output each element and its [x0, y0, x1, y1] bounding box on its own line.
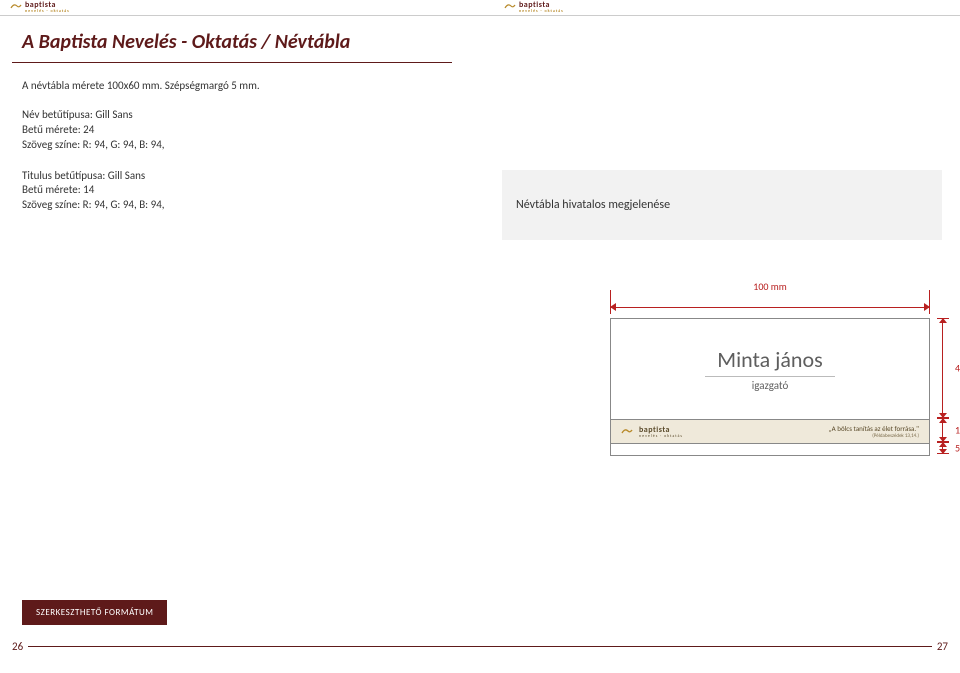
size-note: A névtábla mérete 100x60 mm. Szépségmarg… — [0, 63, 480, 92]
nameplate-quote: „A bölcs tanítás az élet forrása." — [829, 424, 919, 433]
header-bar-right: baptista nevelés · oktatás — [480, 0, 960, 16]
dimension-h-logo: 10 mm — [955, 424, 960, 437]
page-number-left: 26 — [12, 640, 23, 653]
footer-rule-right — [480, 646, 932, 647]
appearance-label-box: Névtábla hivatalos megjelenése — [502, 170, 942, 240]
nameplate-name: Minta jános — [717, 346, 822, 373]
footer-tab-editable: SZERKESZTHETŐ FORMÁTUM — [22, 600, 167, 625]
spec-line: Betű mérete: 24 — [22, 123, 480, 138]
nameplate: Minta jános igazgató baptista nevelés · … — [610, 318, 930, 456]
nameplate-underline — [705, 376, 835, 377]
appearance-label: Névtábla hivatalos megjelenése — [516, 198, 670, 212]
spec-line: Betű mérete: 14 — [22, 183, 480, 198]
logo-swirl-icon — [10, 2, 22, 12]
name-font-spec: Név betűtípusa: Gill Sans Betű mérete: 2… — [0, 92, 480, 153]
header-logo-right: baptista nevelés · oktatás — [494, 0, 570, 14]
header-logo-left: baptista nevelés · oktatás — [0, 0, 76, 14]
logo-swirl-icon — [504, 2, 516, 12]
page-number-right: 27 — [937, 640, 948, 653]
nameplate-quote-block: „A bölcs tanítás az élet forrása." (Péld… — [829, 424, 919, 439]
nameplate-brand-sub: nevelés · oktatás — [639, 434, 683, 439]
nameplate-logo-strip: baptista nevelés · oktatás „A bölcs taní… — [611, 419, 929, 443]
nameplate-main: Minta jános igazgató — [611, 319, 929, 419]
dimension-h-margin: 5 mm — [955, 442, 960, 455]
title-font-spec: Titulus betűtípusa: Gill Sans Betű méret… — [0, 153, 480, 214]
spec-line: Név betűtípusa: Gill Sans — [22, 108, 480, 123]
nameplate-margin-strip — [611, 443, 929, 455]
logo-swirl-icon — [621, 427, 633, 437]
page-title: A Baptista Nevelés - Oktatás / Névtábla — [0, 16, 480, 62]
double-page-spread: baptista nevelés · oktatás A Baptista Ne… — [0, 0, 960, 673]
dimension-width: 100 mm — [610, 290, 930, 314]
spec-line: Szöveg színe: R: 94, G: 94, B: 94, — [22, 198, 480, 213]
nameplate-brand: baptista nevelés · oktatás — [621, 425, 683, 439]
nameplate-title: igazgató — [752, 379, 789, 392]
dimension-width-label: 100 mm — [753, 280, 786, 293]
header-brand-sub: nevelés · oktatás — [519, 9, 564, 14]
footer-rule-left — [28, 646, 480, 647]
page-left: baptista nevelés · oktatás A Baptista Ne… — [0, 0, 480, 673]
nameplate-diagram: 100 mm Minta jános igazgató — [610, 290, 930, 456]
header-brand-sub: nevelés · oktatás — [25, 9, 70, 14]
header-bar-left: baptista nevelés · oktatás — [0, 0, 480, 16]
spec-line: Szöveg színe: R: 94, G: 94, B: 94, — [22, 138, 480, 153]
nameplate-quote-ref: (Példabeszédek 13,14.) — [829, 433, 919, 439]
spec-line: Titulus betűtípusa: Gill Sans — [22, 169, 480, 184]
page-right: baptista nevelés · oktatás Névtábla hiva… — [480, 0, 960, 673]
dimension-h-name: 45 mm — [955, 362, 960, 375]
